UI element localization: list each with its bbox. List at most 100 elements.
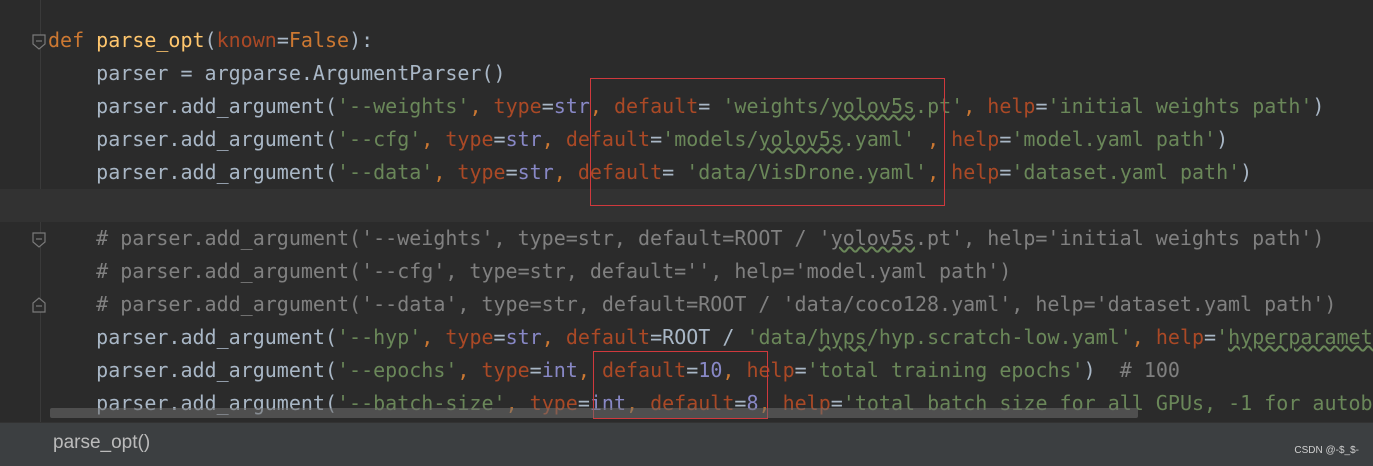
- code-token: parser.add_argument(: [48, 358, 337, 382]
- code-token: .pt': [915, 94, 964, 118]
- code-token: =: [999, 127, 1012, 151]
- code-token: known: [216, 28, 277, 52]
- code-token: parser.add_argument(: [48, 325, 337, 349]
- code-token: type: [481, 358, 530, 382]
- code-token: str: [517, 160, 554, 184]
- code-line[interactable]: parser.add_argument('--epochs', type=int…: [0, 354, 1373, 387]
- code-token: help: [951, 127, 1000, 151]
- code-line[interactable]: parser.add_argument('--weights', type=st…: [0, 90, 1373, 123]
- code-token: default: [565, 325, 651, 349]
- fold-collapse-icon[interactable]: [32, 232, 46, 248]
- code-line[interactable]: parser.add_argument('--cfg', type=str, d…: [0, 123, 1373, 156]
- code-line[interactable]: # parser.add_argument('--data', type=str…: [0, 288, 1373, 321]
- code-token: ': [1216, 325, 1229, 349]
- code-token: (: [204, 28, 217, 52]
- fold-end-icon[interactable]: [32, 297, 46, 313]
- code-token: =: [276, 28, 289, 52]
- breadcrumb-bar: parse_opt() CSDN @-$_$-: [0, 422, 1373, 466]
- code-text: parser = argparse.ArgumentParser(): [48, 60, 506, 86]
- code-token: =ROOT /: [650, 325, 747, 349]
- code-token: '--hyp': [336, 325, 422, 349]
- code-token: ,: [469, 94, 494, 118]
- code-token: =: [686, 358, 699, 382]
- code-token: 'total training epochs': [806, 358, 1084, 382]
- code-token: ,: [927, 127, 952, 151]
- code-token: 'initial weights path': [1047, 94, 1313, 118]
- code-token: parser.add_argument(: [48, 94, 337, 118]
- code-editor[interactable]: def parse_opt(known=False): parser = arg…: [0, 0, 1373, 422]
- code-token: =: [1204, 325, 1217, 349]
- code-line[interactable]: parser.add_argument('--data', type=str, …: [0, 156, 1373, 189]
- code-token: help: [746, 358, 795, 382]
- code-line[interactable]: def parse_opt(known=False):: [0, 24, 1373, 57]
- code-token: hyperparameters: [1228, 325, 1373, 349]
- code-token: '--weights': [336, 94, 470, 118]
- code-token: =: [662, 160, 687, 184]
- code-token: 'data/: [746, 325, 819, 349]
- code-token: ,: [589, 94, 614, 118]
- horizontal-scrollbar[interactable]: [50, 408, 1138, 418]
- code-token: # 100: [1119, 358, 1180, 382]
- code-token: # parser.add_argument('--cfg', type=str,…: [48, 259, 1012, 283]
- code-token: .yaml': [842, 127, 916, 151]
- code-token: 'data/VisDrone.yaml': [686, 160, 928, 184]
- code-token: ,: [577, 358, 602, 382]
- code-token: type: [445, 127, 494, 151]
- code-token: =: [698, 94, 723, 118]
- code-token: ):: [349, 28, 374, 52]
- code-token: parser.add_argument(: [48, 160, 337, 184]
- code-token: ,: [541, 127, 566, 151]
- code-token: ): [1083, 358, 1120, 382]
- watermark: CSDN @-$_$-: [1294, 445, 1359, 456]
- code-token: =: [650, 127, 663, 151]
- code-token: .pt', help='initial weights path'): [914, 226, 1325, 250]
- breadcrumb[interactable]: parse_opt(): [53, 432, 150, 454]
- code-token: default: [565, 127, 651, 151]
- code-text: parser.add_argument('--epochs', type=int…: [48, 357, 1180, 383]
- code-token: =: [541, 94, 554, 118]
- code-token: =: [505, 160, 518, 184]
- code-token: type: [493, 94, 542, 118]
- code-text: parser.add_argument('--hyp', type=str, d…: [48, 324, 1373, 350]
- code-token: parser.add_argument(: [48, 127, 337, 151]
- code-token: int: [541, 358, 578, 382]
- code-text: # parser.add_argument('--cfg', type=str,…: [48, 258, 1011, 284]
- code-line[interactable]: # parser.add_argument('--cfg', type=str,…: [0, 255, 1373, 288]
- code-token: =: [493, 325, 506, 349]
- code-token: # parser.add_argument('--data', type=str…: [48, 292, 1337, 316]
- code-token: default: [577, 160, 663, 184]
- code-text: parser.add_argument('--cfg', type=str, d…: [48, 126, 1228, 152]
- code-token: '--data': [336, 160, 434, 184]
- code-token: ): [1240, 160, 1253, 184]
- code-token: ,: [553, 160, 578, 184]
- code-token: type: [445, 325, 494, 349]
- code-token: yolov5s: [830, 226, 915, 250]
- code-token: ,: [541, 325, 566, 349]
- code-token: yolov5s: [830, 94, 916, 118]
- code-line[interactable]: # parser.add_argument('--weights', type=…: [0, 222, 1373, 255]
- code-token: parser = argparse.ArgumentParser(): [48, 61, 506, 85]
- code-line[interactable]: parser.add_argument('--hyp', type=str, d…: [0, 321, 1373, 354]
- code-line[interactable]: parser = argparse.ArgumentParser(): [0, 57, 1373, 90]
- code-token: 'models/: [662, 127, 759, 151]
- code-token: str: [553, 94, 590, 118]
- code-text: parser.add_argument('--weights', type=st…: [48, 93, 1324, 119]
- fold-collapse-icon[interactable]: [32, 34, 46, 50]
- code-line[interactable]: [0, 189, 1373, 222]
- code-token: /hyp.scratch-low.yaml': [866, 325, 1132, 349]
- code-token: help: [987, 94, 1036, 118]
- code-token: yolov5s: [758, 127, 843, 151]
- code-token: help: [951, 160, 1000, 184]
- code-token: =: [999, 160, 1012, 184]
- code-token: default: [601, 358, 687, 382]
- code-token: help: [1155, 325, 1205, 349]
- code-token: default: [613, 94, 699, 118]
- code-token: ,: [722, 358, 747, 382]
- code-token: 'dataset.yaml path': [1011, 160, 1241, 184]
- code-text: # parser.add_argument('--weights', type=…: [48, 225, 1324, 251]
- code-token: =: [1035, 94, 1048, 118]
- code-token: ,: [433, 160, 458, 184]
- code-text: parser.add_argument('--data', type=str, …: [48, 159, 1252, 185]
- code-token: str: [505, 127, 542, 151]
